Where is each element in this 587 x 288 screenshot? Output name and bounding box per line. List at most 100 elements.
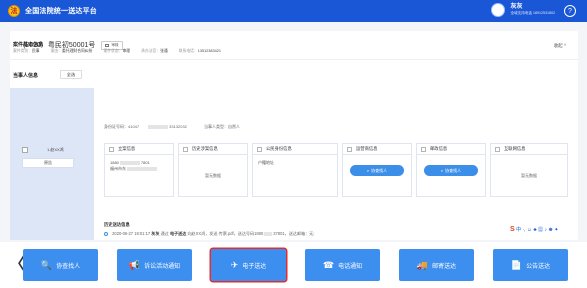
no-data-text: 暂无数据 — [521, 173, 537, 178]
case-basic-title: 案件基本信息 — [13, 42, 44, 48]
sogou-icon: S — [510, 226, 515, 233]
info-value-category: 民事 — [31, 49, 40, 53]
party-type: 当事人类型：自然人 — [204, 124, 241, 129]
history-method: 电子送达 — [169, 231, 187, 236]
ime-toolbar[interactable]: S 中 ·, ☺ ♣ ▦ ♪ ♚ ✦ — [510, 226, 558, 233]
carrier-info-head: 运营商信息 — [343, 144, 411, 155]
info-value-phone: 13512383421 — [197, 49, 221, 53]
action-label: 电话通知 — [338, 263, 363, 270]
user-phone: 全域支持电话 18912531802 — [510, 11, 555, 15]
history-title: 历史送达信息 — [104, 222, 130, 227]
history-via: 通过 — [160, 231, 169, 236]
masked-text — [264, 231, 273, 236]
info-label-cause: 案由： — [50, 49, 63, 53]
no-data-text: 暂无数据 — [205, 173, 221, 178]
document-icon: 📄 — [510, 259, 523, 270]
action-label: 电子送达 — [242, 263, 267, 270]
filing-info-head: 立案信息 — [105, 144, 173, 155]
checkbox[interactable] — [347, 146, 352, 152]
phone-prefix: 1880 — [110, 160, 119, 165]
case-header: (2020）粤民初50001号 审核 — [10, 31, 578, 60]
checkbox[interactable] — [257, 146, 262, 152]
carrier-search-label: 协查找人 — [371, 167, 388, 173]
phone-icon: ☎ — [322, 259, 335, 270]
history-text: 向赵XX鸿，发送 传票.pdf，送达号码1880 — [187, 231, 264, 236]
announcement-service-button[interactable]: 📄 公告送达 — [493, 249, 568, 281]
info-value-judge: 张通 — [160, 49, 168, 53]
party-role-badge: 原告 — [22, 158, 74, 168]
history-user: 灰灰 — [151, 231, 160, 236]
avatar[interactable] — [491, 3, 506, 17]
box-title: 互联网信息 — [504, 146, 526, 151]
carrier-search-button[interactable]: ⌕ 协查找人 — [350, 165, 404, 176]
court-logo-icon: 法 — [8, 5, 20, 17]
box-title: 历史涉案信息 — [192, 146, 218, 151]
party-id-tail: 33132032 — [169, 124, 187, 129]
party-meta: 身份证号码：41047 33132032 当事人类型：自然人 — [104, 124, 248, 130]
search-person-button[interactable]: 🔍 协查找人 — [23, 249, 98, 281]
citizen-id-head: 公民身份信息 — [253, 144, 337, 155]
search-icon: 🔍 — [40, 259, 53, 270]
case-card: (2020）粤民初50001号 审核 收起 ^ — [10, 31, 578, 240]
checkbox[interactable] — [109, 146, 114, 152]
checkbox[interactable] — [183, 146, 188, 152]
help-icon[interactable]: ? — [564, 5, 576, 17]
masked-text — [148, 124, 169, 129]
postal-search-button[interactable]: ⌕ 协查找人 — [424, 165, 478, 176]
select-all-button[interactable]: 全选 — [60, 70, 82, 79]
box-title: 运营商信息 — [356, 146, 378, 151]
history-time: 2020-06-27 19:01:17 — [112, 231, 151, 236]
user-name: 灰灰 — [510, 4, 523, 10]
app-title: 全国法院统一送达平台 — [25, 8, 97, 15]
search-icon: ⌕ — [366, 168, 370, 173]
info-label-category: 案件类别： — [13, 49, 32, 53]
box-title: 公民身份信息 — [266, 146, 292, 151]
checkbox[interactable] — [421, 146, 426, 152]
action-label: 诉讼活动通知 — [144, 263, 181, 270]
masked-text — [119, 160, 140, 165]
box-title: 邮政信息 — [430, 146, 448, 151]
internet-info-head: 互联网信息 — [491, 144, 567, 155]
search-icon: ⌕ — [440, 168, 444, 173]
phone-notice-button[interactable]: ☎ 电话通知 — [305, 249, 380, 281]
tag-icon — [105, 43, 110, 47]
filing-info-box: 立案信息 1880 7801 福州市东 — [104, 143, 174, 197]
info-value-status: 审理 — [122, 49, 131, 53]
party-checkbox[interactable] — [22, 147, 28, 153]
history-text-tail: 37801，送达邮箱：无; — [273, 231, 315, 236]
ime-icons: 中 ·, ☺ ♣ ▦ ♪ ♚ ✦ — [516, 227, 559, 233]
address-text: 福州市东 — [110, 166, 126, 171]
parties-title: 当事人信息 — [13, 73, 39, 79]
info-value-cause: 委托理财合同纠纷 — [62, 49, 93, 53]
megaphone-icon: 📢 — [128, 259, 141, 270]
electronic-service-button[interactable]: ✈ 电子送达 — [211, 249, 286, 281]
internet-info-body: 暂无数据 — [491, 155, 567, 184]
history-case-head: 历史涉案信息 — [179, 144, 247, 155]
checkbox[interactable] — [495, 146, 500, 152]
postal-search-label: 协查找人 — [445, 167, 462, 173]
postal-info-box: 邮政信息 ⌕ 协查找人 — [416, 143, 486, 197]
box-title: 立案信息 — [118, 146, 136, 151]
action-label: 邮寄送达 — [432, 263, 457, 270]
postal-info-head: 邮政信息 — [417, 144, 485, 155]
household-address: 户籍地址 — [258, 160, 274, 165]
truck-icon: 🚚 — [416, 259, 429, 270]
timeline-dot-icon — [104, 231, 108, 236]
litigation-notice-button[interactable]: 📢 诉讼活动通知 — [117, 249, 192, 281]
mail-service-button[interactable]: 🚚 邮寄送达 — [399, 249, 474, 281]
info-label-judge: 承办法官： — [141, 49, 161, 53]
history-case-body: 暂无数据 — [179, 155, 247, 184]
citizen-id-body: 户籍地址 — [253, 155, 337, 171]
internet-info-box: 互联网信息 暂无数据 — [490, 143, 568, 197]
filing-info-body: 1880 7801 福州市东 — [105, 155, 173, 177]
collapse-toggle[interactable]: 收起 ^ — [554, 43, 566, 49]
masked-text — [127, 166, 157, 171]
citizen-id-box: 公民身份信息 户籍地址 — [252, 143, 338, 197]
case-basic-info: 案件类别：民事 案由：委托理财合同纠纷 案件状态：审理 承办法官：张通 联系电话… — [13, 49, 231, 54]
party-id-label: 身份证号码：41047 — [104, 124, 140, 129]
party-name[interactable]: 1.赵XX鸿 — [47, 147, 64, 153]
info-label-status: 案件状态： — [103, 49, 123, 53]
user-menu[interactable]: 灰灰 全域支持电话 18912531802 — [491, 3, 555, 17]
paper-plane-icon: ✈ — [230, 259, 239, 270]
info-label-phone: 联系电话： — [178, 49, 198, 53]
